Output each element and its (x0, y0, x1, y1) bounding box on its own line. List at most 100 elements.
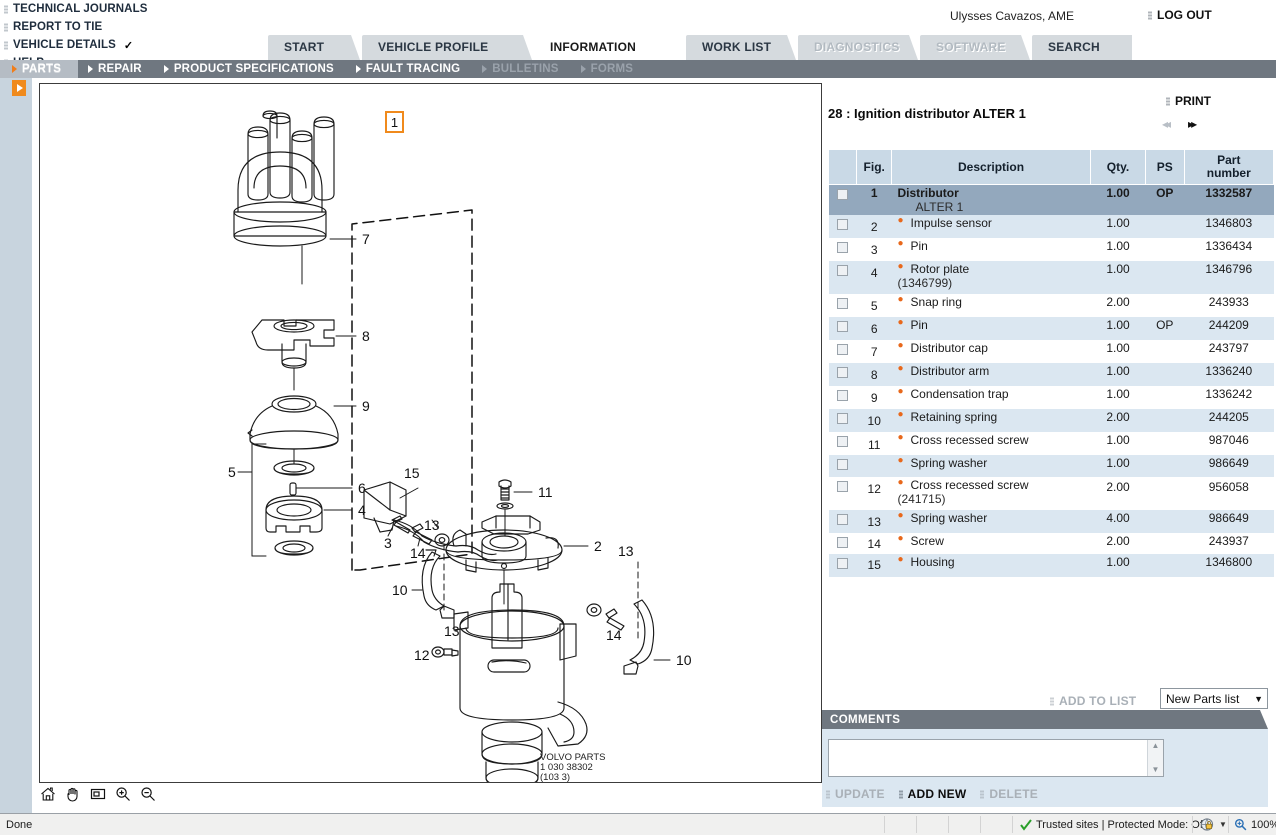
table-row[interactable]: 12 ● Cross recessed screw (241715) 2.00 9… (828, 477, 1274, 511)
print-button[interactable]: PRINT (1166, 94, 1211, 108)
row-checkbox-cell[interactable] (828, 340, 857, 364)
comment-scrollbar[interactable]: ▲ ▼ (1147, 740, 1163, 776)
row-checkbox[interactable] (837, 297, 849, 309)
table-row[interactable]: 6 ● Pin 1.00 OP 244209 (828, 317, 1274, 341)
row-checkbox-cell[interactable] (828, 294, 857, 318)
fit-window-icon[interactable] (90, 786, 106, 802)
tab-information[interactable]: INFORMATION (534, 34, 684, 60)
subnav-item-bulletins[interactable]: BULLETINS (472, 60, 570, 78)
row-checkbox[interactable] (837, 458, 849, 470)
row-checkbox[interactable] (837, 366, 849, 378)
row-checkbox[interactable] (837, 513, 849, 525)
zoom-out-icon[interactable] (140, 786, 156, 802)
row-checkbox-cell[interactable] (828, 363, 857, 387)
add-to-list-button[interactable]: ADD TO LIST (1050, 694, 1136, 708)
comment-input[interactable] (829, 740, 1145, 776)
rail-expand-button[interactable] (12, 80, 26, 96)
row-checkbox-cell[interactable] (828, 215, 857, 239)
logout-button[interactable]: LOG OUT (1148, 8, 1212, 22)
subnav-item-parts[interactable]: PARTS (0, 60, 78, 78)
tab-start[interactable]: START (268, 35, 360, 60)
utility-item-vehicle-details[interactable]: VEHICLE DETAILS ✓ (4, 38, 147, 52)
security-zone[interactable]: Trusted sites | Protected Mode: Off (1020, 814, 1206, 835)
protected-mode-button[interactable]: ▼ (1200, 814, 1227, 835)
subnav-item-repair[interactable]: REPAIR (78, 60, 154, 78)
row-checkbox[interactable] (837, 188, 849, 200)
callout-badge-label: 1 (390, 114, 399, 130)
callout-6: 6 (358, 480, 366, 496)
row-checkbox[interactable] (837, 557, 849, 569)
table-row[interactable]: 15 ● Housing 1.00 1346800 (828, 554, 1274, 578)
row-checkbox[interactable] (837, 536, 849, 548)
row-checkbox[interactable] (837, 264, 849, 276)
comments-header: COMMENTS (822, 710, 1268, 729)
row-checkbox-cell[interactable] (828, 317, 857, 341)
zoom-control[interactable]: 100% ▼ (1234, 814, 1276, 835)
column-description: Description (890, 148, 1092, 186)
scroll-down-icon[interactable]: ▼ (1152, 766, 1160, 774)
next-page-button[interactable]: ▸▸ (1188, 117, 1197, 131)
table-row[interactable]: ● Spring washer 1.00 986649 (828, 455, 1274, 478)
row-description: ● Cross recessed screw (241715) (891, 477, 1091, 511)
table-row[interactable]: 9 ● Condensation trap 1.00 1336242 (828, 386, 1274, 410)
table-row[interactable]: 2 ● Impulse sensor 1.00 1346803 (828, 215, 1274, 239)
row-checkbox-cell[interactable] (828, 477, 857, 511)
row-checkbox-cell[interactable] (828, 386, 857, 410)
subnav-item-forms[interactable]: FORMS (571, 60, 646, 78)
table-row[interactable]: 8 ● Distributor arm 1.00 1336240 (828, 363, 1274, 387)
subnav-item-product-specifications[interactable]: PRODUCT SPECIFICATIONS (154, 60, 346, 78)
table-row[interactable]: 13 ● Spring washer 4.00 986649 (828, 510, 1274, 534)
row-checkbox[interactable] (837, 435, 849, 447)
row-qty: 2.00 (1090, 294, 1146, 318)
delete-comment-button[interactable]: DELETE (980, 787, 1038, 801)
delete-label: DELETE (989, 787, 1038, 801)
pan-hand-icon[interactable] (65, 786, 81, 802)
table-row[interactable]: 3 ● Pin 1.00 1336434 (828, 238, 1274, 262)
row-checkbox-cell[interactable] (828, 238, 857, 262)
subnav-item-fault-tracing[interactable]: FAULT TRACING (346, 60, 472, 78)
utility-item-report-to-tie[interactable]: REPORT TO TIE (4, 20, 147, 34)
row-checkbox[interactable] (837, 389, 849, 401)
table-row[interactable]: 10 ● Retaining spring 2.00 244205 (828, 409, 1274, 433)
exploded-view-diagram[interactable]: 7 8 9 5 6 4 15 11 2 3 14 13 10 13 12 13 … (39, 83, 822, 783)
table-row[interactable]: 14 ● Screw 2.00 243937 (828, 533, 1274, 555)
row-checkbox[interactable] (837, 412, 849, 424)
tab-vehicle-profile[interactable]: VEHICLE PROFILE (362, 35, 532, 60)
comment-input-wrapper[interactable]: ▲ ▼ (828, 739, 1164, 777)
row-checkbox-cell[interactable] (828, 533, 857, 555)
previous-page-button[interactable]: ◂◂ (1162, 117, 1171, 131)
row-checkbox[interactable] (837, 241, 849, 253)
chevron-down-icon[interactable]: ▼ (1219, 820, 1227, 829)
home-icon[interactable] (40, 786, 56, 802)
table-row[interactable]: 1 Distributor ALTER 1 1.00 OP 1332587 (828, 184, 1274, 216)
row-checkbox-cell[interactable] (828, 432, 857, 456)
row-checkbox[interactable] (837, 343, 849, 355)
tab-work-list[interactable]: WORK LIST (686, 35, 796, 60)
tab-software[interactable]: SOFTWARE (920, 35, 1030, 60)
row-checkbox-cell[interactable] (828, 510, 857, 534)
table-row[interactable]: 7 ● Distributor cap 1.00 243797 (828, 340, 1274, 364)
parts-list-select[interactable]: New Parts list ▼ (1160, 688, 1268, 709)
tab-diagnostics[interactable]: DIAGNOSTICS (798, 35, 918, 60)
utility-item-technical-journals[interactable]: TECHNICAL JOURNALS (4, 2, 147, 16)
table-row[interactable]: 4 ● Rotor plate (1346799) 1.00 1346796 (828, 261, 1274, 295)
row-checkbox-cell[interactable] (828, 184, 857, 216)
table-row[interactable]: 5 ● Snap ring 2.00 243933 (828, 294, 1274, 318)
status-divider (916, 816, 917, 833)
add-new-comment-button[interactable]: ADD NEW (898, 787, 967, 801)
tab-label: VEHICLE PROFILE (378, 40, 489, 54)
row-checkbox-cell[interactable] (828, 409, 857, 433)
table-row[interactable]: 11 ● Cross recessed screw 1.00 987046 (828, 432, 1274, 456)
row-checkbox-cell[interactable] (828, 261, 857, 295)
scroll-up-icon[interactable]: ▲ (1152, 742, 1160, 750)
callout-badge-1[interactable]: 1 (385, 111, 404, 133)
row-fig: 2 (856, 215, 892, 239)
row-checkbox[interactable] (837, 480, 849, 492)
row-checkbox-cell[interactable] (828, 554, 857, 578)
zoom-in-icon[interactable] (115, 786, 131, 802)
tab-search[interactable]: SEARCH (1032, 35, 1132, 60)
row-checkbox-cell[interactable] (828, 455, 857, 478)
update-comment-button[interactable]: UPDATE (826, 787, 885, 801)
row-checkbox[interactable] (837, 218, 849, 230)
row-checkbox[interactable] (837, 320, 849, 332)
